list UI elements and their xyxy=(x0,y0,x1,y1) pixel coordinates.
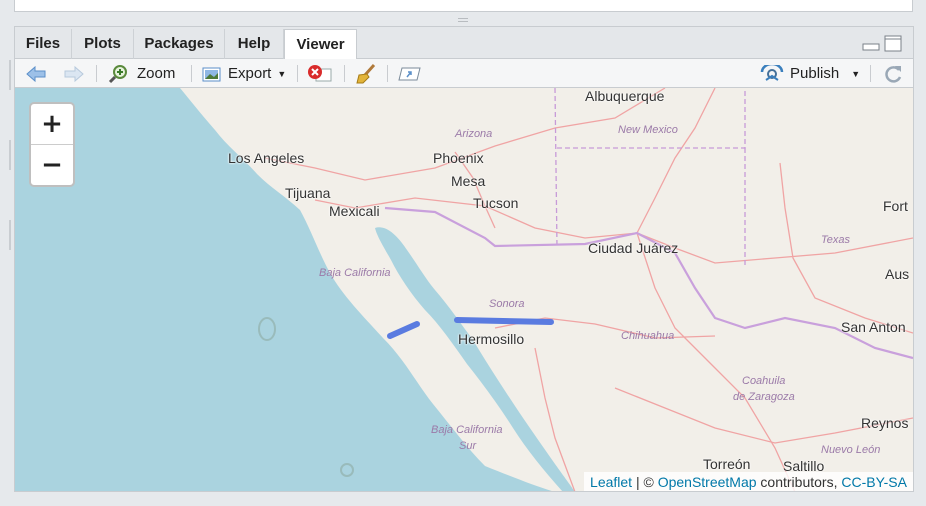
city-mesa: Mesa xyxy=(451,173,486,189)
refresh-button[interactable] xyxy=(883,59,905,88)
publish-label: Publish xyxy=(790,65,840,82)
region-baja-california-sur: Baja California xyxy=(431,424,503,436)
zoom-label: Zoom xyxy=(137,65,176,82)
region-baja-california: Baja California xyxy=(319,267,391,279)
region-coahuila-sub: de Zaragoza xyxy=(733,391,795,403)
city-mexicali: Mexicali xyxy=(329,203,380,219)
openstreetmap-link[interactable]: OpenStreetMap xyxy=(658,474,757,490)
broom-icon xyxy=(356,63,376,83)
export-label: Export xyxy=(228,65,272,82)
toolbar-separator xyxy=(870,65,871,82)
region-sonora: Sonora xyxy=(489,298,525,310)
export-image-icon xyxy=(202,67,221,81)
minimize-icon[interactable] xyxy=(862,43,880,51)
back-arrow-icon xyxy=(26,65,46,82)
zoom-button[interactable]: Zoom xyxy=(107,59,175,88)
tab-help[interactable]: Help xyxy=(225,29,284,59)
city-tijuana: Tijuana xyxy=(285,185,331,201)
splitter-mark xyxy=(9,60,11,90)
zoom-in-button[interactable]: + xyxy=(31,104,73,144)
maximize-icon[interactable] xyxy=(884,35,902,52)
tab-bar: Files Plots Packages Help Viewer xyxy=(15,27,913,60)
publish-icon xyxy=(760,64,784,81)
city-hermosillo: Hermosillo xyxy=(458,331,525,347)
tab-plots[interactable]: Plots xyxy=(72,29,134,59)
tab-packages[interactable]: Packages xyxy=(134,29,225,59)
tab-files[interactable]: Files xyxy=(15,29,72,59)
leaflet-map[interactable]: Albuquerque Los Angeles Phoenix Mesa Tij… xyxy=(15,88,913,491)
city-albuquerque: Albuquerque xyxy=(585,88,665,104)
forward-arrow-icon xyxy=(64,65,84,82)
toolbar-separator xyxy=(297,65,298,82)
city-phoenix: Phoenix xyxy=(433,150,484,166)
city-fort: Fort xyxy=(883,198,908,214)
zoom-out-button[interactable]: − xyxy=(31,144,73,185)
map-attribution: Leaflet | © OpenStreetMap contributors, … xyxy=(584,472,913,491)
viewer-pane: Files Plots Packages Help Viewer Zoom Ex… xyxy=(14,26,914,492)
region-coahuila: Coahuila xyxy=(742,375,786,387)
city-san-antonio: San Anton xyxy=(841,319,906,335)
city-ciudad-juarez: Ciudad Juárez xyxy=(588,240,679,256)
route-segment xyxy=(454,317,554,325)
remove-viewer-button[interactable] xyxy=(307,59,333,88)
region-arizona: Arizona xyxy=(455,128,493,140)
publish-button[interactable]: Publish ▼ xyxy=(760,59,860,88)
window-controls xyxy=(862,35,902,52)
back-button[interactable] xyxy=(25,59,47,88)
leaflet-link[interactable]: Leaflet xyxy=(590,474,632,490)
export-button[interactable]: Export ▼ xyxy=(202,59,286,88)
toolbar-separator xyxy=(96,65,97,82)
refresh-icon xyxy=(885,65,902,83)
toolbar-separator xyxy=(387,65,388,82)
viewer-toolbar: Zoom Export ▼ Publish ▼ xyxy=(15,59,913,88)
city-tucson: Tucson xyxy=(473,195,519,211)
city-los-angeles: Los Angeles xyxy=(228,150,305,166)
region-new-mexico: New Mexico xyxy=(618,124,678,136)
region-baja-california-sur-sub: Sur xyxy=(459,440,477,452)
region-texas: Texas xyxy=(821,234,850,246)
left-edge xyxy=(0,0,14,506)
toolbar-separator xyxy=(191,65,192,82)
window-buttons xyxy=(861,35,905,58)
cc-by-sa-link[interactable]: CC-BY-SA xyxy=(841,474,907,490)
splitter-mark xyxy=(9,220,11,250)
remove-icon xyxy=(308,64,332,81)
show-in-new-window-icon xyxy=(398,67,421,80)
splitter-mark xyxy=(9,140,11,170)
toolbar-separator xyxy=(344,65,345,82)
pane-splitter[interactable] xyxy=(0,12,926,26)
export-dropdown-icon: ▼ xyxy=(277,68,287,79)
tab-viewer[interactable]: Viewer xyxy=(284,29,357,60)
show-in-window-button[interactable] xyxy=(398,59,422,88)
zoom-control: + − xyxy=(29,102,75,187)
city-reynosa: Reynos xyxy=(861,415,909,431)
publish-dropdown-icon: ▼ xyxy=(851,68,861,79)
region-chihuahua: Chihuahua xyxy=(621,330,675,342)
upper-pane xyxy=(14,0,913,12)
attribution-contributors: contributors, xyxy=(756,474,842,490)
city-torreon: Torreón xyxy=(703,456,751,472)
region-nuevo-leon: Nuevo León xyxy=(821,444,881,456)
clear-all-button[interactable] xyxy=(355,59,377,88)
forward-button[interactable] xyxy=(63,59,85,88)
attribution-separator: | © xyxy=(632,474,658,490)
zoom-magnifier-icon xyxy=(108,64,127,83)
splitter-grip[interactable] xyxy=(458,18,468,22)
city-aus: Aus xyxy=(885,266,910,282)
